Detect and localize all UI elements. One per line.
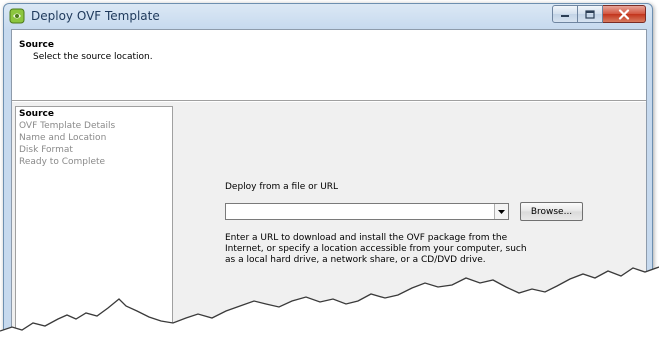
window-controls (552, 5, 646, 23)
maximize-button[interactable] (578, 5, 603, 23)
page-title: Source (19, 40, 54, 50)
window-title: Deploy OVF Template (31, 9, 160, 23)
step-source[interactable]: Source (19, 109, 54, 119)
title-bar[interactable]: Deploy OVF Template (4, 4, 652, 28)
source-field-label: Deploy from a file or URL (225, 182, 339, 192)
close-icon (618, 8, 630, 20)
page-subtitle: Select the source location. (33, 52, 153, 62)
step-ready-to-complete[interactable]: Ready to Complete (19, 157, 105, 167)
source-description: Enter a URL to download and install the … (225, 233, 527, 265)
step-name-and-location[interactable]: Name and Location (19, 133, 106, 143)
step-ovf-template-details[interactable]: OVF Template Details (19, 121, 115, 131)
browse-button[interactable]: Browse... (520, 202, 583, 221)
wizard-header: Source Select the source location. (12, 30, 646, 101)
chevron-down-icon (498, 209, 505, 214)
vsphere-app-icon (9, 8, 25, 24)
source-url-combobox[interactable] (225, 203, 509, 220)
dropdown-button[interactable] (494, 204, 508, 219)
source-content: Deploy from a file or URL Browse... Ente… (176, 106, 646, 336)
header-divider (12, 101, 646, 102)
minimize-button[interactable] (552, 5, 578, 23)
maximize-icon (585, 9, 595, 19)
step-disk-format[interactable]: Disk Format (19, 145, 73, 155)
deploy-ovf-window: Deploy OVF Template Source Select the so… (3, 3, 653, 337)
close-button[interactable] (603, 5, 646, 23)
wizard-client-area: Source Select the source location. Sourc… (11, 29, 647, 336)
minimize-icon (561, 15, 569, 17)
wizard-steps-panel: Source OVF Template Details Name and Loc… (15, 106, 173, 336)
